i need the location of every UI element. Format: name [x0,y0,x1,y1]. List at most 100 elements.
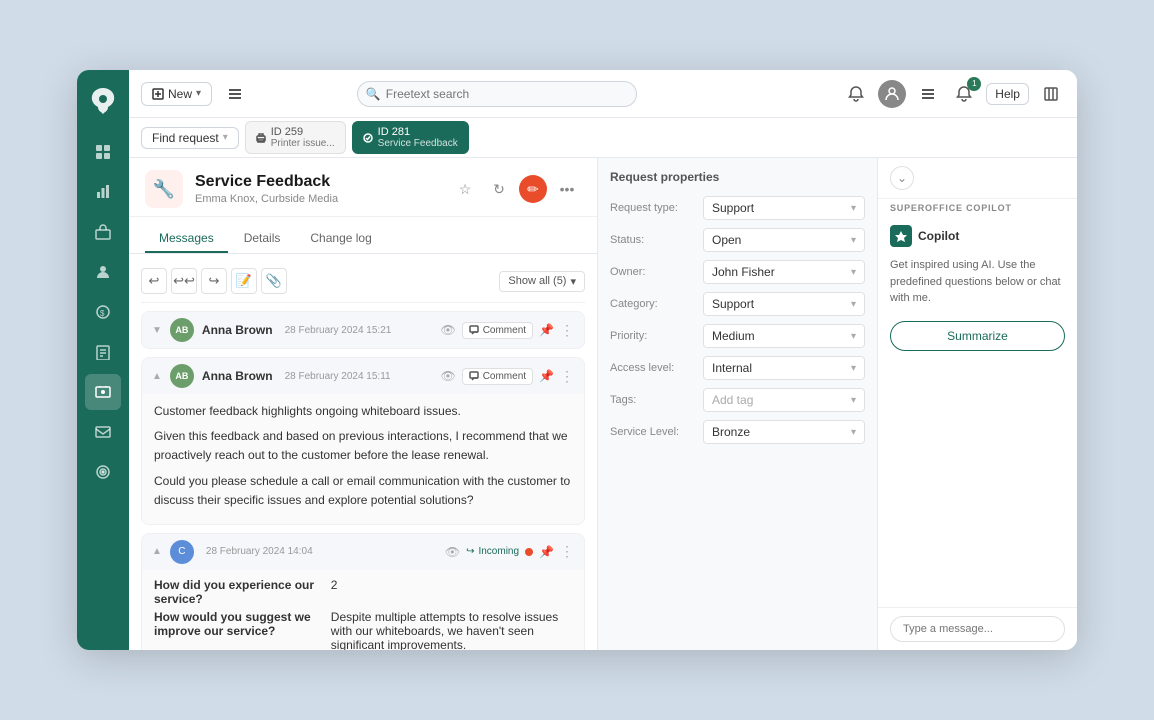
find-request-button[interactable]: Find request ▾ [141,127,239,149]
copilot-input[interactable] [890,616,1065,642]
survey-a2: Despite multiple attempts to resolve iss… [331,610,572,650]
sidebar-item-service[interactable] [85,374,121,410]
message-2-sender: Anna Brown [202,369,273,383]
alert-notifications-button[interactable]: 1 [950,80,978,108]
comment-icon-1 [469,325,479,335]
copilot-logo-row: Copilot [890,225,1065,247]
message-2-para2: Given this feedback and based on previou… [154,427,572,465]
tab-change-log[interactable]: Change log [296,225,385,253]
forward-icon[interactable]: ↪ [201,268,227,294]
refresh-icon[interactable]: ↻ [485,175,513,203]
pin-icon-1[interactable]: 📌 [539,323,554,337]
tab-id281[interactable]: ID 281 Service Feedback [352,121,469,154]
access-chevron-icon: ▾ [851,363,856,374]
collapse-icon-3: ▲ [152,546,162,557]
notifications-button[interactable] [842,80,870,108]
topbar-right: 1 Help [842,80,1065,108]
comment-badge-2[interactable]: Comment [462,368,533,385]
sidebar-item-mail[interactable] [85,414,121,450]
pin-icon-2[interactable]: 📌 [539,369,554,383]
incoming-label: Incoming [478,546,519,557]
prop-owner: Owner: John Fisher ▾ [610,260,865,284]
new-icon [152,88,164,100]
sidebar-item-dashboard[interactable] [85,134,121,170]
reply-all-icon[interactable]: ↩↩ [171,268,197,294]
copilot-panel: ⌄ SUPEROFFICE COPILOT Copilot Get inspir… [877,158,1077,650]
message-2-actions: 👁 Comment 📌 ⋮ [440,368,574,385]
tags-chevron-icon: ▾ [851,395,856,406]
tab-id259[interactable]: ID 259 Printer issue... [245,121,346,154]
message-item-1: ▼ AB Anna Brown 28 February 2024 15:21 👁… [141,311,585,349]
note-icon[interactable]: 📝 [231,268,257,294]
comment-type-2: Comment [483,371,526,382]
message-tools: ↩ ↩↩ ↪ 📝 📎 [141,268,287,294]
edit-icon[interactable]: ✏ [519,175,547,203]
eye-icon-2: 👁 [440,369,455,383]
more-icon-2[interactable]: ⋮ [560,368,574,385]
content-area: 🔧 Service Feedback Emma Knox, Curbside M… [129,158,1077,650]
comment-badge-1[interactable]: Comment [462,322,533,339]
find-request-label: Find request [152,131,219,145]
tab-messages[interactable]: Messages [145,225,228,253]
tab-service-icon [363,133,373,143]
sidebar-item-contacts[interactable] [85,254,121,290]
priority-label: Priority: [610,330,695,342]
message-1-sender: Anna Brown [202,323,273,337]
search-input[interactable] [357,81,637,107]
attach-icon[interactable]: 📎 [261,268,287,294]
pin-icon-3[interactable]: 📌 [539,545,554,559]
sidebar-item-sales[interactable]: $ [85,294,121,330]
status-value[interactable]: Open ▾ [703,228,865,252]
survey-header[interactable]: ▲ C 28 February 2024 14:04 👁 ↪ Incoming [142,534,584,570]
show-all-button[interactable]: Show all (5) ▾ [499,271,585,292]
comment-type-1: Comment [483,325,526,336]
survey-q2: How would you suggest we improve our ser… [154,610,315,650]
show-all-label: Show all (5) [508,275,566,287]
message-1-header[interactable]: ▼ AB Anna Brown 28 February 2024 15:21 👁… [142,312,584,348]
sidebar-item-reports[interactable] [85,174,121,210]
service-level-value[interactable]: Bronze ▾ [703,420,865,444]
tab-details[interactable]: Details [230,225,295,253]
priority-value[interactable]: Medium ▾ [703,324,865,348]
request-subtitle: Emma Knox, Curbside Media [195,193,451,205]
tags-value[interactable]: Add tag ▾ [703,388,865,412]
sidebar: $ [77,70,129,650]
notification-badge: 1 [967,77,981,91]
list-view-icon[interactable] [220,79,250,109]
copilot-collapse-button[interactable]: ⌄ [890,166,914,190]
more-icon-1[interactable]: ⋮ [560,322,574,339]
category-value[interactable]: Support ▾ [703,292,865,316]
request-type-value[interactable]: Support ▾ [703,196,865,220]
more-options-icon[interactable]: ••• [553,175,581,203]
eye-icon-3: 👁 [445,545,460,559]
access-value[interactable]: Internal ▾ [703,356,865,380]
sidebar-item-goals[interactable] [85,454,121,490]
help-button[interactable]: Help [986,83,1029,105]
message-2-header[interactable]: ▲ AB Anna Brown 28 February 2024 15:11 👁… [142,358,584,394]
copilot-logo-icon [890,225,912,247]
user-avatar[interactable] [878,80,906,108]
message-2-para3: Could you please schedule a call or emai… [154,472,572,510]
survey-date: 28 February 2024 14:04 [206,546,313,557]
messages-area: ↩ ↩↩ ↪ 📝 📎 Show all (5) ▾ [129,254,597,650]
copilot-body: Copilot Get inspired using AI. Use the p… [878,213,1077,607]
message-1-date: 28 February 2024 15:21 [285,325,392,336]
new-label: New [168,87,192,101]
summarize-button[interactable]: Summarize [890,321,1065,351]
category-text: Support [712,297,754,311]
reply-icon[interactable]: ↩ [141,268,167,294]
message-2-avatar: AB [170,364,194,388]
prop-access: Access level: Internal ▾ [610,356,865,380]
new-button[interactable]: New ▾ [141,82,212,106]
more-icon-3[interactable]: ⋮ [560,543,574,560]
owner-value[interactable]: John Fisher ▾ [703,260,865,284]
expand-icon[interactable] [1037,80,1065,108]
eye-icon-1: 👁 [440,323,455,337]
prop-request-type: Request type: Support ▾ [610,196,865,220]
tab-printer-icon [256,133,266,143]
star-icon[interactable]: ☆ [451,175,479,203]
message-item-2: ▲ AB Anna Brown 28 February 2024 15:11 👁… [141,357,585,525]
sidebar-item-company[interactable] [85,214,121,250]
menu-icon[interactable] [914,80,942,108]
sidebar-item-requests[interactable] [85,334,121,370]
